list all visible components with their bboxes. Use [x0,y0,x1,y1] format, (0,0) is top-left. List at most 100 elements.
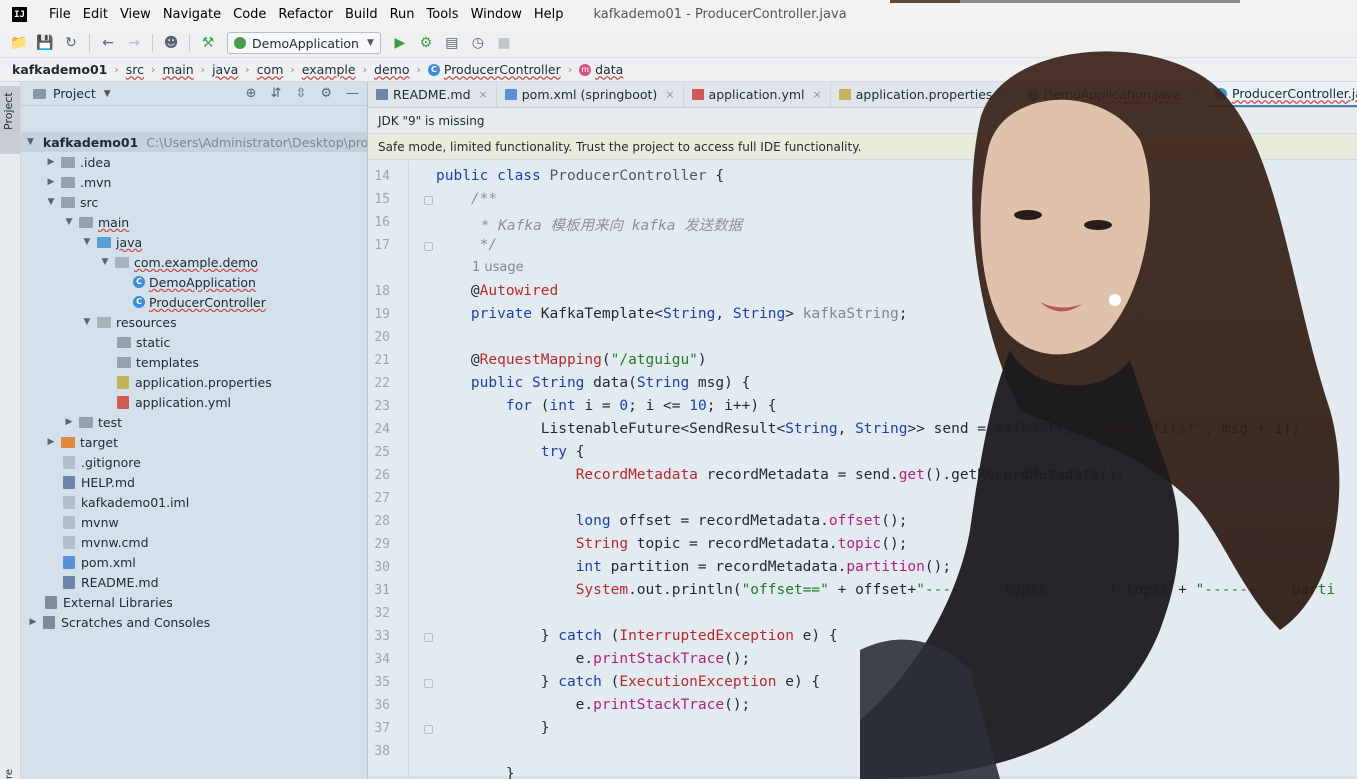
close-icon[interactable]: × [1000,88,1009,101]
sync-icon[interactable]: ↻ [60,32,82,54]
tree-item[interactable]: application.properties [21,372,367,392]
close-icon[interactable]: × [813,88,822,101]
save-icon[interactable]: 💾 [34,32,56,54]
chevron-right-icon[interactable]: ▶ [45,157,57,167]
project-panel-title[interactable]: Project [53,86,96,101]
forward-arrow-icon[interactable]: → [123,32,145,54]
tree-item[interactable]: templates [21,352,367,372]
close-icon[interactable]: × [1189,88,1198,101]
tree-item[interactable]: mvnw.cmd [21,532,367,552]
tree-item[interactable]: ▶ .mvn [21,172,367,192]
bottom-tool-tab-label[interactable]: re [4,759,15,779]
tree-item[interactable]: mvnw [21,512,367,532]
chevron-down-icon[interactable]: ▼ [81,237,93,247]
open-folder-icon[interactable]: 📁 [8,32,30,54]
tree-item-root[interactable]: ▼ kafkademo01 C:\Users\Administrator\Des… [21,132,367,152]
tree-item[interactable]: ▶ target [21,432,367,452]
breadcrumb-src[interactable]: src [126,62,144,77]
tree-item[interactable]: ▼ resources [21,312,367,332]
fold-marker[interactable] [424,242,433,251]
menu-file[interactable]: File [43,7,77,22]
breadcrumb-main[interactable]: main [162,62,193,77]
menu-view[interactable]: View [114,7,157,22]
chevron-down-icon[interactable]: ▼ [81,317,93,327]
tree-item[interactable]: ▼ com.example.demo [21,252,367,272]
tab-pom[interactable]: pom.xml (springboot) × [497,82,684,107]
project-tool-tab[interactable]: Project [0,86,20,154]
back-arrow-icon[interactable]: ← [97,32,119,54]
tree-item[interactable]: .gitignore [21,452,367,472]
tree-item[interactable]: application.yml [21,392,367,412]
tree-item[interactable]: External Libraries [21,592,367,612]
chevron-down-icon[interactable]: ▼ [63,217,75,227]
chevron-down-icon[interactable]: ▼ [99,257,111,267]
tree-item[interactable]: ▼ main [21,212,367,232]
menu-build[interactable]: Build [339,7,384,22]
fold-marker[interactable] [424,633,433,642]
tree-item[interactable]: C DemoApplication [21,272,367,292]
tree-item[interactable]: ▶ test [21,412,367,432]
tree-item[interactable]: ▶ Scratches and Consoles [21,612,367,632]
fold-marker[interactable] [424,725,433,734]
coverage-icon[interactable]: ▤ [441,32,463,54]
chevron-down-icon[interactable]: ▼ [45,197,57,207]
tree-item[interactable]: ▼ java [21,232,367,252]
chevron-down-icon[interactable]: ▼ [104,89,111,99]
tab-producer-controller[interactable]: ProducerController.java × [1207,82,1357,107]
tree-item[interactable]: C ProducerController [21,292,367,312]
breadcrumb-com[interactable]: com [257,62,284,77]
expand-all-icon[interactable]: ⇵ [271,86,282,101]
menu-tools[interactable]: Tools [421,7,465,22]
close-icon[interactable]: × [479,88,488,101]
tree-item[interactable]: HELP.md [21,472,367,492]
menu-help[interactable]: Help [528,7,570,22]
chevron-right-icon[interactable]: ▶ [45,177,57,187]
debug-bug-icon[interactable]: ⚙ [415,32,437,54]
tab-demo-application[interactable]: DemoApplication.java × [1019,82,1208,107]
chevron-down-icon[interactable]: ▼ [27,137,34,147]
crosshair-locate-icon[interactable]: ⊕ [246,86,257,101]
breadcrumb-class[interactable]: ProducerController [444,62,561,77]
chevron-right-icon[interactable]: ▶ [63,417,75,427]
run-icon[interactable]: ▶ [389,32,411,54]
fold-marker[interactable] [424,196,433,205]
menu-run[interactable]: Run [384,7,421,22]
menu-navigate[interactable]: Navigate [157,7,227,22]
tree-item[interactable]: kafkademo01.iml [21,492,367,512]
chevron-right-icon[interactable]: ▶ [45,437,57,447]
breadcrumb-java[interactable]: java [212,62,238,77]
tree-item[interactable]: ▶ .idea [21,152,367,172]
tree-item[interactable]: pom.xml [21,552,367,572]
code-line: ListenableFuture<SendResult<String, Stri… [436,421,1301,437]
code-area[interactable]: 14 15 16 17 18 19 20 21 22 23 24 25 26 2… [368,161,1357,779]
tree-item-label: ProducerController [149,294,266,310]
tree-item[interactable]: ▼ src [21,192,367,212]
user-profile-icon[interactable]: ☻ [160,32,182,54]
breadcrumb-demo[interactable]: demo [374,62,409,77]
tree-item[interactable]: README.md [21,572,367,592]
jdk-missing-text: JDK "9" is missing [378,113,485,128]
tab-readme[interactable]: README.md × [368,82,497,107]
breadcrumb-example[interactable]: example [302,62,356,77]
gear-icon[interactable]: ⚙ [320,86,332,101]
collapse-all-icon[interactable]: ⇳ [295,86,306,101]
build-hammer-icon[interactable]: ⚒ [197,32,219,54]
menu-code[interactable]: Code [227,7,272,22]
breadcrumb-project[interactable]: kafkademo01 [12,62,107,77]
run-configuration-select[interactable]: DemoApplication ▼ [227,32,381,54]
profile-icon[interactable]: ◷ [467,32,489,54]
tab-application-yml[interactable]: application.yml × [684,82,831,107]
chevron-right-icon[interactable]: ▶ [27,617,39,627]
minimize-icon[interactable]: — [346,86,359,101]
fold-marker[interactable] [424,679,433,688]
menu-edit[interactable]: Edit [77,7,114,22]
stop-icon[interactable]: ■ [493,32,515,54]
close-icon[interactable]: × [665,88,674,101]
tab-label: DemoApplication.java [1043,87,1181,102]
usage-hint[interactable]: 1 usage [472,260,524,275]
menu-refactor[interactable]: Refactor [272,7,339,22]
tree-item[interactable]: static [21,332,367,352]
tab-application-properties[interactable]: application.properties × [831,82,1019,107]
breadcrumb-method[interactable]: data [595,62,623,77]
menu-window[interactable]: Window [465,7,528,22]
